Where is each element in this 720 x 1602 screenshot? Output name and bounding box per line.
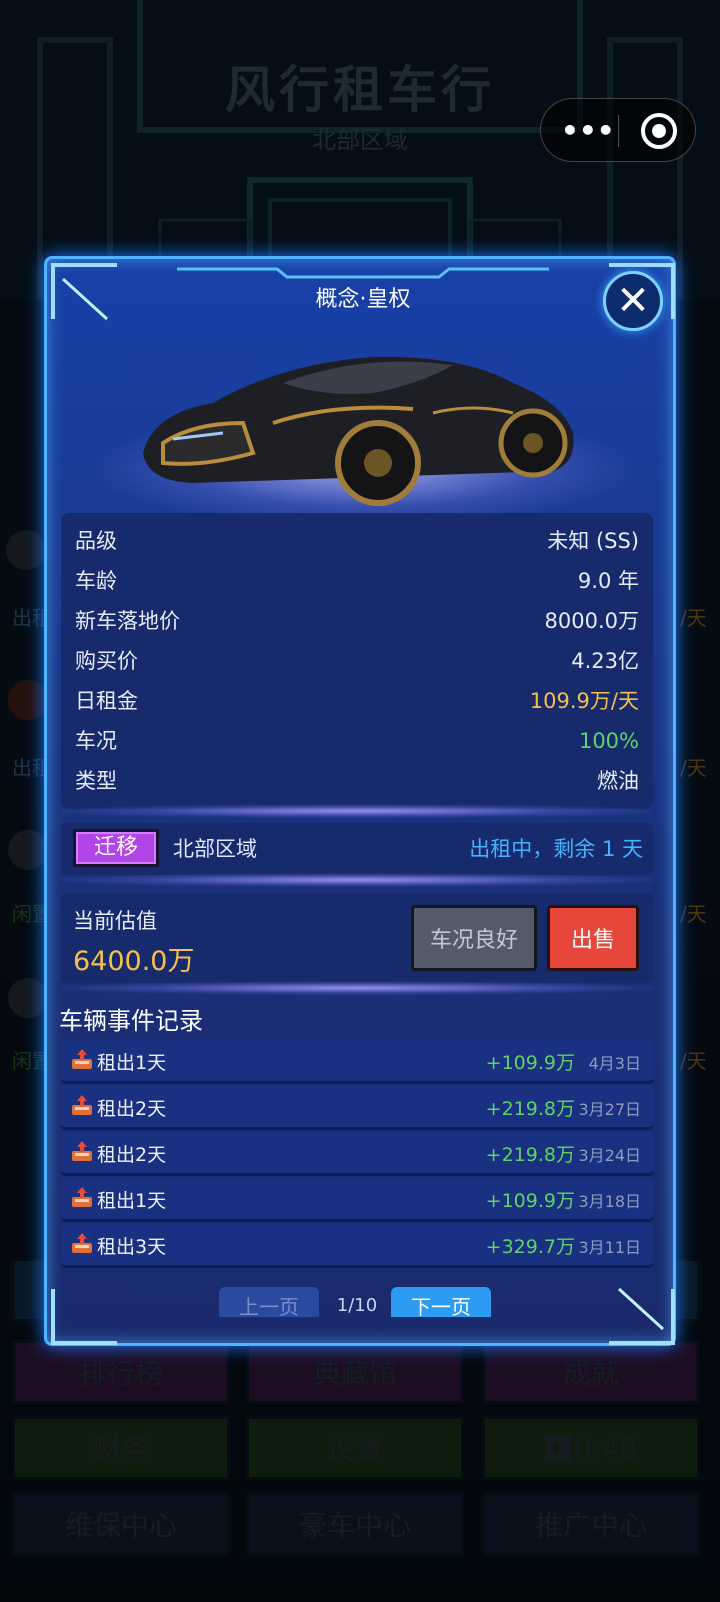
- event-label: 租出1天: [97, 1052, 167, 1074]
- target-icon[interactable]: [641, 113, 677, 149]
- stat-value: 9.0 年: [577, 569, 639, 593]
- valuation-label: 当前估值: [73, 909, 157, 933]
- pagination: 上一页 1/10 下一页: [47, 1277, 679, 1317]
- rent-out-icon: [72, 1049, 92, 1069]
- rental-status: 出租中，剩余 1 天: [469, 837, 643, 861]
- event-label: 租出3天: [97, 1236, 167, 1258]
- more-dots-icon[interactable]: •••: [561, 117, 615, 145]
- event-date: 3月27日: [578, 1100, 641, 1119]
- sell-button[interactable]: 出售: [547, 905, 639, 971]
- stat-row: 车况 100%: [75, 723, 639, 759]
- page-indicator: 1/10: [336, 1295, 378, 1316]
- prev-page-button[interactable]: 上一页: [219, 1287, 319, 1317]
- stat-value: 燃油: [597, 769, 639, 793]
- glow-divider: [61, 804, 653, 818]
- car-detail-modal: 概念·皇权 ✕ 品级 未知 (SS) 车龄 9.0 年 新车落地价 8000.0万 购…: [44, 256, 676, 1346]
- event-row: 租出1天 +109.9万 3月18日: [61, 1177, 653, 1219]
- valuation-amount: 6400.0万: [73, 946, 195, 977]
- rent-out-icon: [72, 1187, 92, 1207]
- stat-value: 4.23亿: [571, 649, 639, 673]
- event-date: 3月24日: [578, 1146, 641, 1165]
- app-root: 风行租车行 北部区域 出租 /天 出租 /天 闲置 /天 闲置 /天 排行榜 典…: [0, 0, 720, 1602]
- event-label: 租出2天: [97, 1098, 167, 1120]
- event-amount: +219.8万: [485, 1098, 575, 1120]
- event-row: 租出1天 +109.9万 4月3日: [61, 1039, 653, 1081]
- car-stats-panel: 品级 未知 (SS) 车龄 9.0 年 新车落地价 8000.0万 购买价 4.23亿 …: [61, 513, 653, 809]
- capsule-divider: [618, 115, 619, 147]
- region-name: 北部区域: [173, 837, 257, 861]
- event-date: 3月11日: [578, 1238, 641, 1257]
- stat-row: 新车落地价 8000.0万: [75, 603, 639, 639]
- stat-row: 品级 未知 (SS): [75, 523, 639, 559]
- car-image: [143, 356, 574, 506]
- event-row: 租出2天 +219.8万 3月27日: [61, 1085, 653, 1127]
- event-date: 4月3日: [588, 1054, 641, 1073]
- event-date: 3月18日: [578, 1192, 641, 1211]
- migrate-button[interactable]: 迁移: [73, 829, 159, 867]
- stat-value: 100%: [578, 729, 639, 753]
- stat-row: 车龄 9.0 年: [75, 563, 639, 599]
- stat-row: 日租金 109.9万/天: [75, 683, 639, 719]
- region-panel: 迁移 北部区域 出租中，剩余 1 天: [61, 823, 653, 875]
- car-name: 概念·皇权: [315, 287, 411, 312]
- rent-out-icon: [72, 1095, 92, 1115]
- event-amount: +109.9万: [485, 1052, 575, 1074]
- event-amount: +219.8万: [485, 1144, 575, 1166]
- event-label: 租出1天: [97, 1190, 167, 1212]
- valuation-panel: 当前估值 6400.0万 车况良好 出售: [61, 893, 653, 983]
- event-row: 租出3天 +329.7万 3月11日: [61, 1223, 653, 1265]
- stat-row: 类型 燃油: [75, 763, 639, 799]
- next-page-button[interactable]: 下一页: [391, 1287, 491, 1317]
- rent-out-icon: [72, 1141, 92, 1161]
- stat-value: 109.9万/天: [529, 689, 639, 713]
- close-icon[interactable]: ✕: [603, 271, 663, 331]
- event-row: 租出2天 +219.8万 3月24日: [61, 1131, 653, 1173]
- event-amount: +329.7万: [485, 1236, 575, 1258]
- stat-value: 未知 (SS): [547, 529, 639, 553]
- rent-out-icon: [72, 1233, 92, 1253]
- mini-program-capsule: •••: [540, 98, 696, 162]
- event-label: 租出2天: [97, 1144, 167, 1166]
- glow-divider: [61, 873, 653, 887]
- stat-value: 8000.0万: [544, 609, 639, 633]
- glow-divider: [61, 981, 653, 995]
- stat-row: 购买价 4.23亿: [75, 643, 639, 679]
- event-amount: +109.9万: [485, 1190, 575, 1212]
- condition-button[interactable]: 车况良好: [411, 905, 537, 971]
- events-title: 车辆事件记录: [59, 1007, 203, 1035]
